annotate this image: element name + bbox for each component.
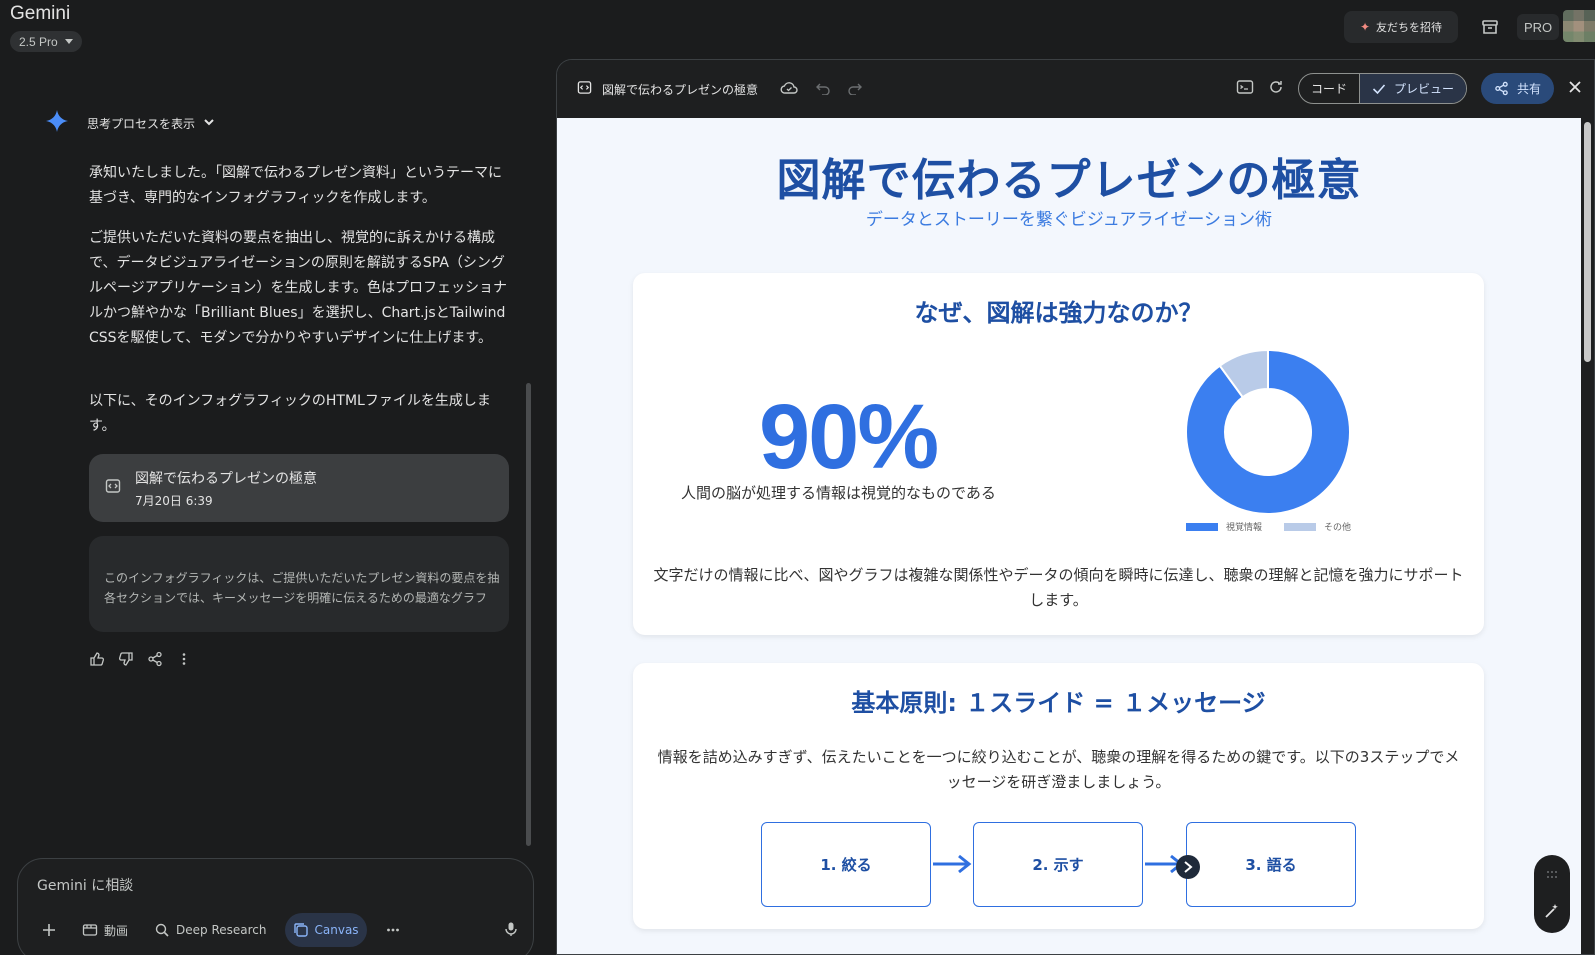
chat-scrollbar[interactable] — [526, 383, 531, 846]
thumbs-down-icon[interactable] — [118, 651, 134, 671]
redo-icon[interactable] — [848, 81, 863, 98]
summary-line: 各セクションでは、キーメッセージを明確に伝えるための最適なグラフ — [104, 591, 487, 605]
model-selector[interactable]: 2.5 Pro — [10, 31, 82, 52]
section-card-principle: 基本原則: １スライド = １メッセージ 情報を詰め込みすぎず、伝えたいことを一… — [633, 663, 1484, 929]
refresh-icon[interactable] — [1268, 79, 1284, 99]
more-tools-button[interactable] — [377, 913, 409, 947]
pro-badge: PRO — [1517, 14, 1560, 40]
deep-research-button[interactable]: Deep Research — [146, 913, 274, 947]
console-icon[interactable] — [1236, 79, 1254, 99]
undo-icon[interactable] — [816, 81, 830, 98]
thumbs-up-icon[interactable] — [89, 651, 105, 671]
chart-legend: 視覚情報 その他 — [1186, 520, 1365, 533]
share-icon — [1495, 81, 1508, 96]
video-tool-button[interactable]: 動画 — [74, 913, 136, 947]
app-title: Gemini — [10, 3, 71, 24]
cloud-sync-icon[interactable] — [780, 81, 798, 98]
share-icon[interactable] — [147, 651, 163, 671]
doc-date: 7月20日 6:39 — [135, 493, 213, 508]
infographic-title: 図解で伝わるプレゼンの極意 — [776, 155, 1362, 206]
stat-caption: 人間の脳が処理する情報は視覚的なものである — [681, 484, 996, 502]
more-horiz-icon — [386, 928, 399, 932]
summary-card: このインフォグラフィックは、ご提供いただいたプレゼン資料の要点を抽 各セクション… — [89, 536, 509, 632]
canvas-header: 図解で伝わるプレゼンの極意 コード プレビュー 共有 — [557, 60, 1594, 118]
avatar[interactable] — [1563, 10, 1595, 42]
response-actions — [89, 651, 192, 671]
share-button[interactable]: 共有 — [1480, 73, 1554, 104]
step-box: 1. 絞る — [761, 822, 931, 907]
invite-friends-button[interactable]: ✦ 友だちを招待 — [1344, 11, 1458, 43]
arrow-right-icon — [933, 854, 972, 874]
add-button[interactable] — [34, 913, 64, 947]
preview-tab[interactable]: プレビュー — [1358, 74, 1466, 103]
preview-tab-label: プレビュー — [1393, 82, 1454, 96]
section-heading: 基本原則: １スライド = １メッセージ — [851, 689, 1266, 717]
code-doc-icon — [577, 80, 592, 98]
legend-label: その他 — [1324, 523, 1352, 533]
deep-research-label: Deep Research — [176, 923, 267, 937]
response-paragraph: ご提供いただいた資料の要点を抽出し、視覚的に訴えかける構成で、データビジュアライ… — [89, 230, 508, 346]
summary-line: このインフォグラフィックは、ご提供いただいたプレゼン資料の要点を抽 — [104, 571, 500, 585]
preview-area[interactable]: 図解で伝わるプレゼンの極意 データとストーリーを繋ぐビジュアライゼーション術 な… — [557, 118, 1581, 954]
section-body: 文字だけの情報に比べ、図やグラフは複雑な関係性やデータの傾向を瞬時に伝達し、聴衆… — [653, 566, 1464, 609]
canvas-tool-button[interactable]: Canvas — [284, 913, 367, 947]
canvas-title: 図解で伝わるプレゼンの極意 — [602, 82, 759, 97]
composer: Gemini に相談 動画 Deep Research Canvas — [17, 858, 534, 955]
invite-label: 友だちを招待 — [1376, 21, 1443, 34]
plus-icon — [43, 924, 55, 936]
close-icon[interactable] — [1568, 79, 1582, 98]
archive-icon[interactable] — [1477, 14, 1503, 40]
drag-handle-icon[interactable] — [1546, 865, 1558, 884]
canvas-panel: 図解で伝わるプレゼンの極意 コード プレビュー 共有 図解で伝わるプレゼンの極意… — [556, 59, 1595, 955]
response-paragraph: 承知いたしました。「図解で伝わるプレゼン資料」というテーマに基づき、専門的なイン… — [89, 165, 502, 206]
floating-toolbar — [1534, 855, 1570, 933]
section-body: 情報を詰め込みすぎず、伝えたいことを一つに絞り込むことが、聴衆の理解を得るための… — [657, 748, 1460, 791]
infographic-subtitle: データとストーリーを繋ぐビジュアライゼーション術 — [865, 210, 1273, 230]
more-vert-icon[interactable] — [176, 651, 192, 671]
canvas-tool-label: Canvas — [314, 923, 359, 937]
code-tab[interactable]: コード — [1299, 74, 1359, 103]
check-icon — [1372, 83, 1386, 94]
response-paragraph: 以下に、そのインフォグラフィックのHTMLファイルを生成します。 — [89, 393, 491, 434]
canvas-doc-card[interactable]: 図解で伝わるプレゼンの極意 7月20日 6:39 — [89, 454, 509, 522]
preview-scrollbar[interactable] — [1584, 122, 1591, 362]
video-tool-label: 動画 — [104, 923, 129, 938]
magic-edit-icon[interactable] — [1544, 903, 1560, 923]
thought-process-toggle[interactable]: 思考プロセスを表示 — [45, 109, 215, 137]
donut-chart[interactable] — [1183, 347, 1353, 517]
chevron-down-icon — [203, 116, 215, 131]
mic-icon[interactable] — [503, 921, 519, 941]
section-heading: なぜ、図解は強力なのか？ — [914, 299, 1203, 327]
canvas-icon — [293, 923, 308, 937]
video-icon — [82, 924, 98, 936]
gemini-spark-icon — [45, 109, 69, 137]
view-toggle: コード プレビュー — [1297, 73, 1467, 104]
code-doc-icon — [105, 478, 121, 498]
section-card-why: なぜ、図解は強力なのか？ 90% 人間の脳が処理する情報は視覚的なものである 視… — [633, 273, 1484, 635]
legend-label: 視覚情報 — [1226, 523, 1263, 533]
sparkle-icon: ✦ — [1359, 20, 1371, 34]
prompt-input[interactable]: Gemini に相談 — [37, 875, 133, 895]
legend-swatch — [1186, 522, 1218, 531]
legend-swatch — [1284, 522, 1317, 531]
stat-number: 90% — [759, 386, 939, 488]
deep-research-icon — [155, 923, 169, 937]
cursor-badge-icon — [1176, 855, 1200, 879]
doc-title: 図解で伝わるプレゼンの極意 — [135, 470, 317, 487]
caret-down-icon — [64, 39, 73, 44]
model-label: 2.5 Pro — [19, 34, 58, 49]
share-label: 共有 — [1516, 82, 1541, 96]
thought-label: 思考プロセスを表示 — [87, 116, 196, 131]
step-box: 3. 語る — [1186, 822, 1356, 907]
step-box: 2. 示す — [973, 822, 1143, 907]
